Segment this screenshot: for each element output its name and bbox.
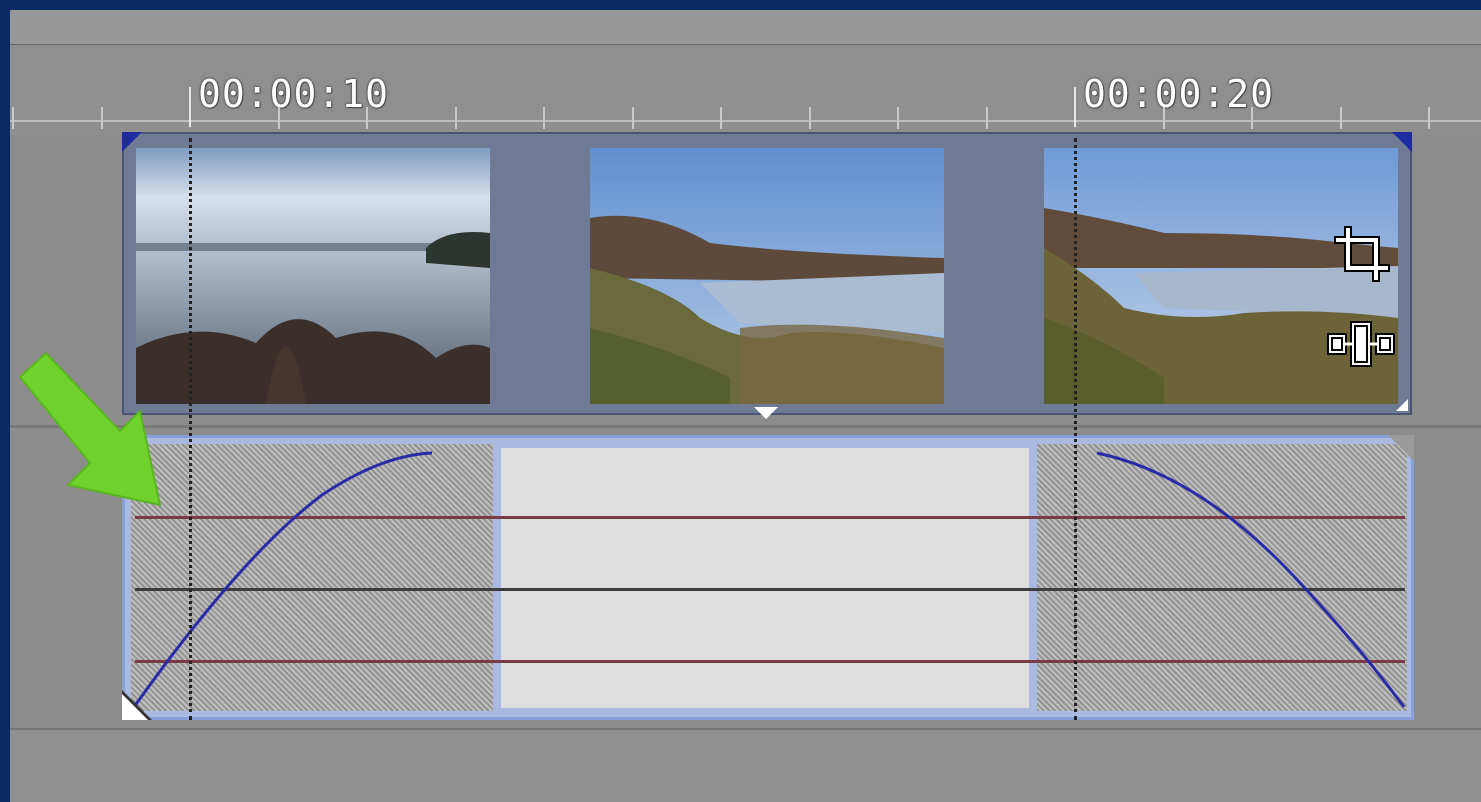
ruler-tick	[809, 107, 811, 129]
ruler-tick	[543, 107, 545, 129]
ruler-label-10s: 00:00:10	[198, 72, 390, 116]
timeline-bottom-strip	[10, 728, 1481, 802]
ruler-tick	[1163, 107, 1165, 129]
event-fade-out-handle[interactable]	[1392, 132, 1412, 152]
ruler-label-20s: 00:00:20	[1083, 72, 1275, 116]
fade-out-curve	[1096, 451, 1406, 708]
thumbnail-2	[590, 148, 944, 404]
envelope-fade-handle[interactable]	[122, 694, 148, 720]
time-ruler[interactable]: 00:00:10 00:00:20	[10, 45, 1481, 135]
ruler-tick	[897, 107, 899, 129]
ruler-tick	[720, 107, 722, 129]
envelope-curves	[132, 451, 1406, 708]
event-resize-corner[interactable]	[1396, 399, 1408, 411]
lake-reeds-thumbnail	[590, 148, 944, 404]
cursor-20s-line	[1074, 138, 1077, 720]
ruler-tick	[12, 107, 14, 129]
ruler-major-tick	[1074, 87, 1076, 127]
ruler-tick	[278, 107, 280, 129]
ruler-major-tick	[189, 87, 191, 127]
ruler-baseline	[10, 120, 1481, 122]
event-fade-in-handle[interactable]	[122, 132, 142, 152]
timeline-window: 00:00:10 00:00:20	[10, 10, 1481, 802]
ruler-tick	[455, 107, 457, 129]
ruler-tick	[1251, 107, 1253, 129]
ruler-tick	[101, 107, 103, 129]
video-event[interactable]	[122, 132, 1412, 419]
ruler-tick	[366, 107, 368, 129]
ruler-tick	[632, 107, 634, 129]
timeline-top-strip	[10, 10, 1481, 45]
track-divider	[10, 425, 1481, 428]
crop-icon[interactable]	[1334, 226, 1390, 282]
envelope-corner-top-right	[1388, 435, 1414, 461]
ruler-tick	[1340, 107, 1342, 129]
ruler-tick	[1428, 107, 1430, 129]
event-pan-icon[interactable]	[1326, 320, 1396, 368]
event-center-marker	[754, 407, 778, 419]
ruler-tick	[986, 107, 988, 129]
green-arrow-annotation	[18, 351, 162, 507]
cursor-10s-line	[189, 138, 192, 720]
envelope-event[interactable]	[122, 435, 1414, 720]
